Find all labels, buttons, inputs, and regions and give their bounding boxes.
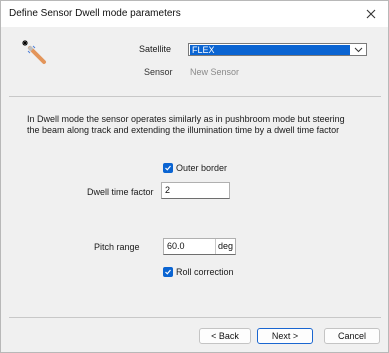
pitch-range-value: 60.0 (167, 241, 185, 251)
dwell-time-label: Dwell time factor (87, 187, 154, 197)
back-button[interactable]: < Back (199, 328, 251, 344)
close-icon[interactable] (362, 5, 380, 23)
chevron-down-icon[interactable] (352, 44, 364, 55)
sensor-field: New Sensor (188, 65, 367, 79)
title-bar: Define Sensor Dwell mode parameters (1, 1, 388, 27)
divider (9, 317, 381, 318)
pitch-range-label: Pitch range (94, 242, 140, 252)
check-icon (165, 165, 171, 171)
sensor-label: Sensor (144, 67, 173, 77)
outer-border-label: Outer border (176, 163, 228, 173)
dialog-window: Define Sensor Dwell mode parameters Sate… (0, 0, 389, 353)
window-title: Define Sensor Dwell mode parameters (9, 8, 181, 19)
divider (9, 96, 381, 97)
mode-description: In Dwell mode the sensor operates simila… (27, 114, 345, 135)
roll-correction-label: Roll correction (176, 267, 234, 277)
pitch-range-input[interactable]: 60.0 deg (163, 238, 236, 255)
satellite-select[interactable]: FLEX (188, 43, 367, 56)
pitch-range-unit: deg (215, 239, 233, 254)
next-button[interactable]: Next > (257, 328, 313, 344)
dwell-time-input[interactable]: 2 (161, 182, 230, 199)
outer-border-checkbox[interactable] (163, 163, 173, 173)
check-icon (165, 269, 171, 275)
cancel-button[interactable]: Cancel (324, 328, 380, 344)
satellite-label: Satellite (139, 44, 172, 54)
magic-wand-icon (19, 37, 47, 65)
satellite-selected-value: FLEX (190, 45, 350, 55)
roll-correction-checkbox[interactable] (163, 267, 173, 277)
